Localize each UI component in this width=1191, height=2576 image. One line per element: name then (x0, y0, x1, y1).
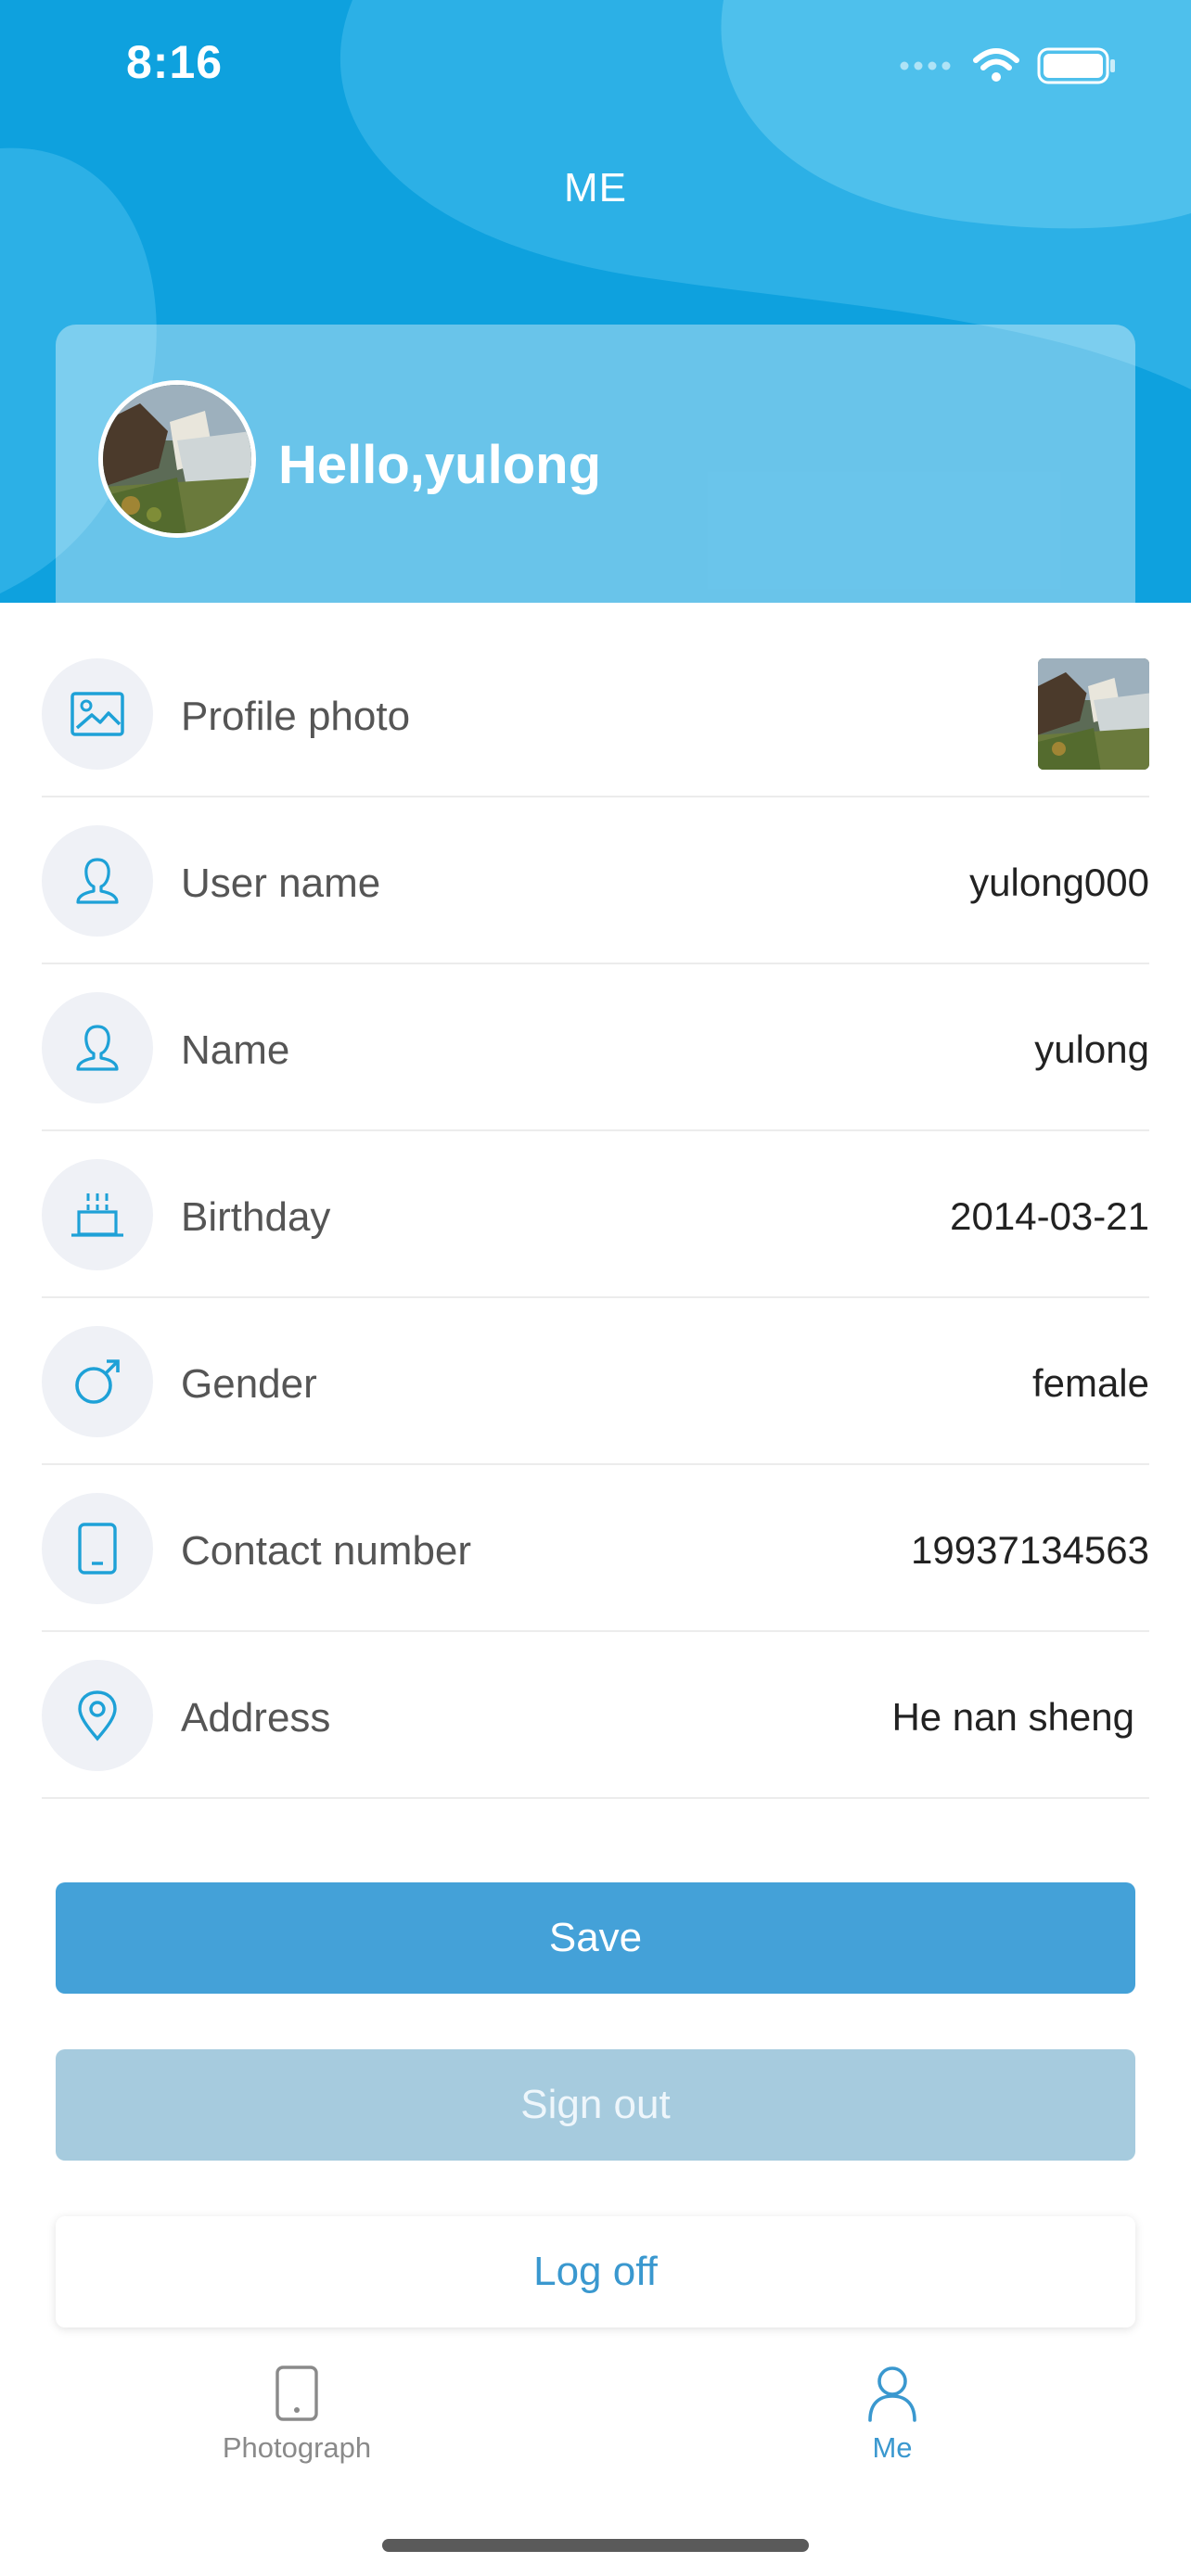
gender-label: Gender (181, 1361, 317, 1407)
profile-photo-thumbnail[interactable] (1038, 658, 1149, 770)
avatar[interactable] (98, 380, 256, 538)
home-indicator (382, 2539, 809, 2552)
header: 8:16 ME Hello,yulong (0, 0, 1191, 603)
image-icon (42, 658, 153, 770)
contact-number-value[interactable]: 19937134563 (911, 1528, 1149, 1573)
contact-number-row[interactable]: Contact number 19937134563 (42, 1465, 1149, 1632)
greeting-text: Hello,yulong (278, 435, 601, 495)
person-icon (868, 2366, 916, 2422)
tab-me[interactable]: Me (753, 2365, 1031, 2465)
signal-icon (900, 61, 951, 70)
avatar-landscape-image (103, 385, 251, 533)
profile-photo-row[interactable]: Profile photo (42, 603, 1149, 797)
status-time: 8:16 (126, 36, 224, 88)
tab-me-label: Me (872, 2431, 913, 2464)
profile-field-list: Profile photo User name yulong000 Name y… (42, 603, 1149, 1799)
address-label: Address (181, 1695, 331, 1741)
profile-card: Hello,yulong (56, 325, 1135, 603)
name-row[interactable]: Name yulong (42, 964, 1149, 1131)
profile-photo-label: Profile photo (181, 694, 411, 739)
location-pin-icon (42, 1660, 153, 1771)
name-value[interactable]: yulong (1034, 1027, 1149, 1072)
battery-icon (1037, 47, 1115, 84)
save-button[interactable]: Save (56, 1882, 1135, 1994)
user-name-label: User name (181, 861, 381, 906)
birthday-row[interactable]: Birthday 2014-03-21 (42, 1131, 1149, 1298)
user-name-value[interactable]: yulong000 (969, 861, 1149, 905)
cake-icon (42, 1159, 153, 1270)
birthday-label: Birthday (181, 1194, 331, 1240)
sign-out-button[interactable]: Sign out (56, 2049, 1135, 2161)
page-title: ME (564, 165, 627, 210)
log-off-button[interactable]: Log off (56, 2216, 1135, 2327)
status-bar: 8:16 (0, 0, 1191, 130)
address-row[interactable]: Address He nan sheng (42, 1632, 1149, 1799)
tablet-icon (42, 1493, 153, 1604)
gender-value[interactable]: female (1032, 1361, 1149, 1406)
name-label: Name (181, 1027, 290, 1073)
status-icons (900, 46, 1117, 85)
tab-photograph[interactable]: Photograph (158, 2365, 436, 2465)
male-gender-icon (42, 1326, 153, 1437)
birthday-value[interactable]: 2014-03-21 (950, 1194, 1149, 1239)
address-value[interactable]: He nan sheng (891, 1695, 1134, 1740)
user-icon (42, 825, 153, 937)
user-name-row[interactable]: User name yulong000 (42, 797, 1149, 964)
gender-row[interactable]: Gender female (42, 1298, 1149, 1465)
wifi-icon (973, 48, 1019, 82)
tab-bar: Photograph Me (0, 2346, 1191, 2494)
contact-number-label: Contact number (181, 1528, 472, 1574)
tab-photograph-label: Photograph (222, 2431, 372, 2464)
phone-icon (275, 2366, 318, 2421)
user-icon (42, 992, 153, 1103)
